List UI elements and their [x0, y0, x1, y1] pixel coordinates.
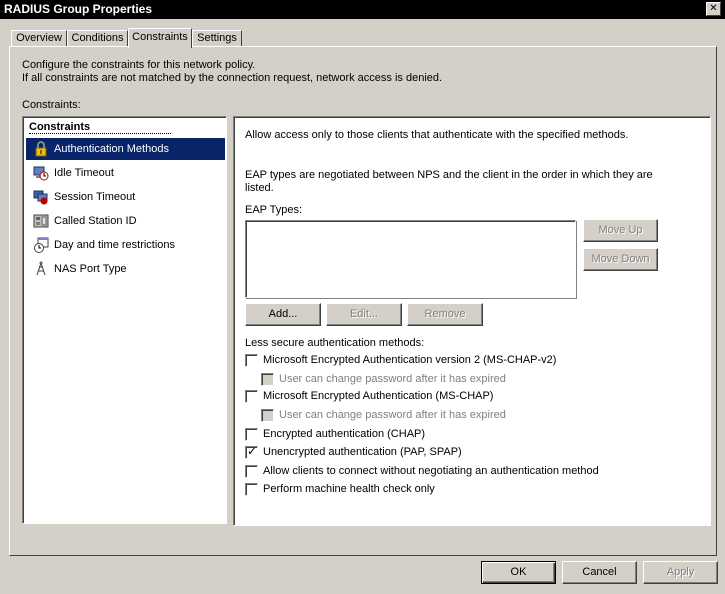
option-label: Perform machine health check only — [263, 483, 435, 495]
option-label: Allow clients to connect without negotia… — [263, 465, 599, 477]
dialog-window: RADIUS Group Properties ✕ Overview Condi… — [0, 0, 725, 594]
eap-types-list[interactable] — [245, 220, 576, 298]
option-label: Microsoft Encrypted Authentication versi… — [263, 354, 557, 366]
option-label: Unencrypted authentication (PAP, SPAP) — [263, 446, 462, 458]
window-title: RADIUS Group Properties — [4, 2, 153, 16]
idle-timeout-icon — [33, 166, 49, 181]
cancel-button[interactable]: Cancel — [562, 561, 637, 584]
lock-icon — [35, 141, 47, 157]
constraints-label: Constraints: — [22, 99, 81, 111]
add-button[interactable]: Add... — [245, 303, 321, 326]
list-item-label: Session Timeout — [54, 191, 136, 203]
tab-constraints[interactable]: Constraints — [128, 28, 192, 48]
option-label: User can change password after it has ex… — [279, 409, 506, 421]
description-line-2: If all constraints are not matched by th… — [22, 72, 443, 84]
session-timeout-icon — [33, 190, 48, 205]
close-button[interactable]: ✕ — [706, 2, 721, 16]
list-item-session-timeout[interactable]: Session Timeout — [26, 186, 225, 208]
list-header: Constraints — [29, 121, 171, 134]
checkbox-ms-chap[interactable] — [245, 390, 258, 403]
list-item-label: Idle Timeout — [54, 167, 114, 179]
option-label: Encrypted authentication (CHAP) — [263, 428, 426, 440]
ok-button[interactable]: OK — [481, 561, 556, 584]
apply-button[interactable]: Apply — [643, 561, 718, 584]
move-up-button[interactable]: Move Up — [583, 219, 658, 242]
eap-description-line-1: EAP types are negotiated between NPS and… — [245, 169, 653, 181]
checkbox-unauthenticated-access[interactable] — [245, 465, 258, 478]
calendar-clock-icon — [34, 237, 49, 253]
phone-icon — [33, 214, 49, 228]
list-item-nas-port-type[interactable]: NAS Port Type — [26, 258, 225, 280]
move-down-button[interactable]: Move Down — [583, 248, 658, 271]
detail-intro: Allow access only to those clients that … — [245, 129, 629, 141]
checkbox-ms-chap-change-password[interactable] — [261, 409, 274, 422]
list-item-authentication-methods[interactable]: Authentication Methods — [26, 138, 225, 160]
less-secure-label: Less secure authentication methods: — [245, 337, 425, 349]
title-bar: RADIUS Group Properties ✕ — [0, 0, 725, 19]
eap-types-label: EAP Types: — [245, 204, 303, 216]
list-item-idle-timeout[interactable]: Idle Timeout — [26, 162, 225, 184]
checkbox-ms-chap-v2[interactable] — [245, 354, 258, 367]
checkbox-chap[interactable] — [245, 428, 258, 441]
checkbox-pap-spap[interactable]: ✓ — [245, 444, 258, 459]
list-item-called-station-id[interactable]: Called Station ID — [26, 210, 225, 232]
description-line-1: Configure the constraints for this netwo… — [22, 59, 256, 71]
list-item-day-time-restrictions[interactable]: Day and time restrictions — [26, 234, 225, 256]
tab-conditions[interactable]: Conditions — [67, 30, 128, 47]
list-item-label: Day and time restrictions — [54, 239, 176, 251]
option-label: User can change password after it has ex… — [279, 373, 506, 385]
checkbox-ms-chap-v2-change-password[interactable] — [261, 373, 274, 386]
network-port-icon — [36, 261, 46, 276]
list-item-label: Authentication Methods — [54, 143, 169, 155]
remove-button[interactable]: Remove — [407, 303, 483, 326]
edit-button[interactable]: Edit... — [326, 303, 402, 326]
tab-overview[interactable]: Overview — [11, 30, 67, 47]
check-mark-icon: ✓ — [247, 444, 258, 458]
constraints-list[interactable]: Constraints Authentication Methods Idle … — [22, 116, 227, 524]
checkbox-machine-health-check[interactable] — [245, 483, 258, 496]
option-label: Microsoft Encrypted Authentication (MS-C… — [263, 390, 494, 402]
list-item-label: NAS Port Type — [54, 263, 127, 275]
tab-settings[interactable]: Settings — [192, 30, 242, 47]
eap-description-line-2: listed. — [245, 182, 274, 194]
list-item-label: Called Station ID — [54, 215, 137, 227]
